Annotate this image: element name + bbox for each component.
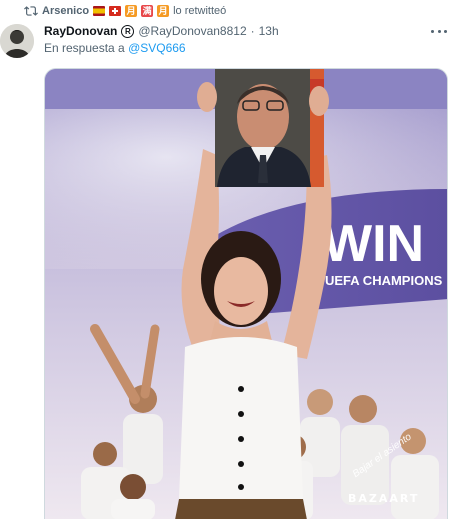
more-options-button[interactable] — [431, 24, 447, 38]
registered-icon: R — [121, 24, 135, 38]
retweet-context: Arsenico 月 满 月 lo retwitteó — [24, 3, 226, 19]
moon-emoji-icon: 月 — [157, 5, 170, 17]
timestamp[interactable]: 13h — [259, 24, 279, 38]
avatar[interactable] — [0, 24, 34, 58]
swiss-flag-icon — [109, 6, 122, 16]
display-name[interactable]: RayDonovan — [44, 24, 117, 38]
more-dots-icon — [431, 29, 434, 33]
retweet-action-text: lo retwitteó — [173, 5, 227, 17]
left-hand — [197, 82, 217, 112]
spain-flag-icon — [93, 6, 106, 16]
reply-handle-link[interactable]: @SVQ666 — [128, 41, 186, 55]
moon-emoji-icon: 月 — [125, 5, 138, 17]
tweet[interactable]: Arsenico 月 满 月 lo retwitteó RayDonovan R… — [0, 0, 473, 519]
retweeter-name[interactable]: Arsenico — [42, 5, 89, 17]
full-emoji-icon: 满 — [141, 5, 154, 17]
pasted-portrait — [215, 69, 324, 187]
tweet-header: RayDonovan R @RayDonovan8812 · 13h — [44, 23, 443, 39]
user-handle[interactable]: @RayDonovan8812 — [138, 24, 246, 38]
reply-context: En respuesta a @SVQ666 — [44, 41, 186, 55]
banner-text: WIN — [323, 215, 424, 273]
right-hand — [309, 86, 329, 116]
retweet-icon — [24, 4, 38, 18]
watermark-text: BAZAART — [348, 492, 420, 505]
separator-dot: · — [250, 24, 255, 38]
reply-prefix: En respuesta a — [44, 41, 125, 55]
banner-subtext: UEFA CHAMPIONS — [325, 273, 443, 288]
